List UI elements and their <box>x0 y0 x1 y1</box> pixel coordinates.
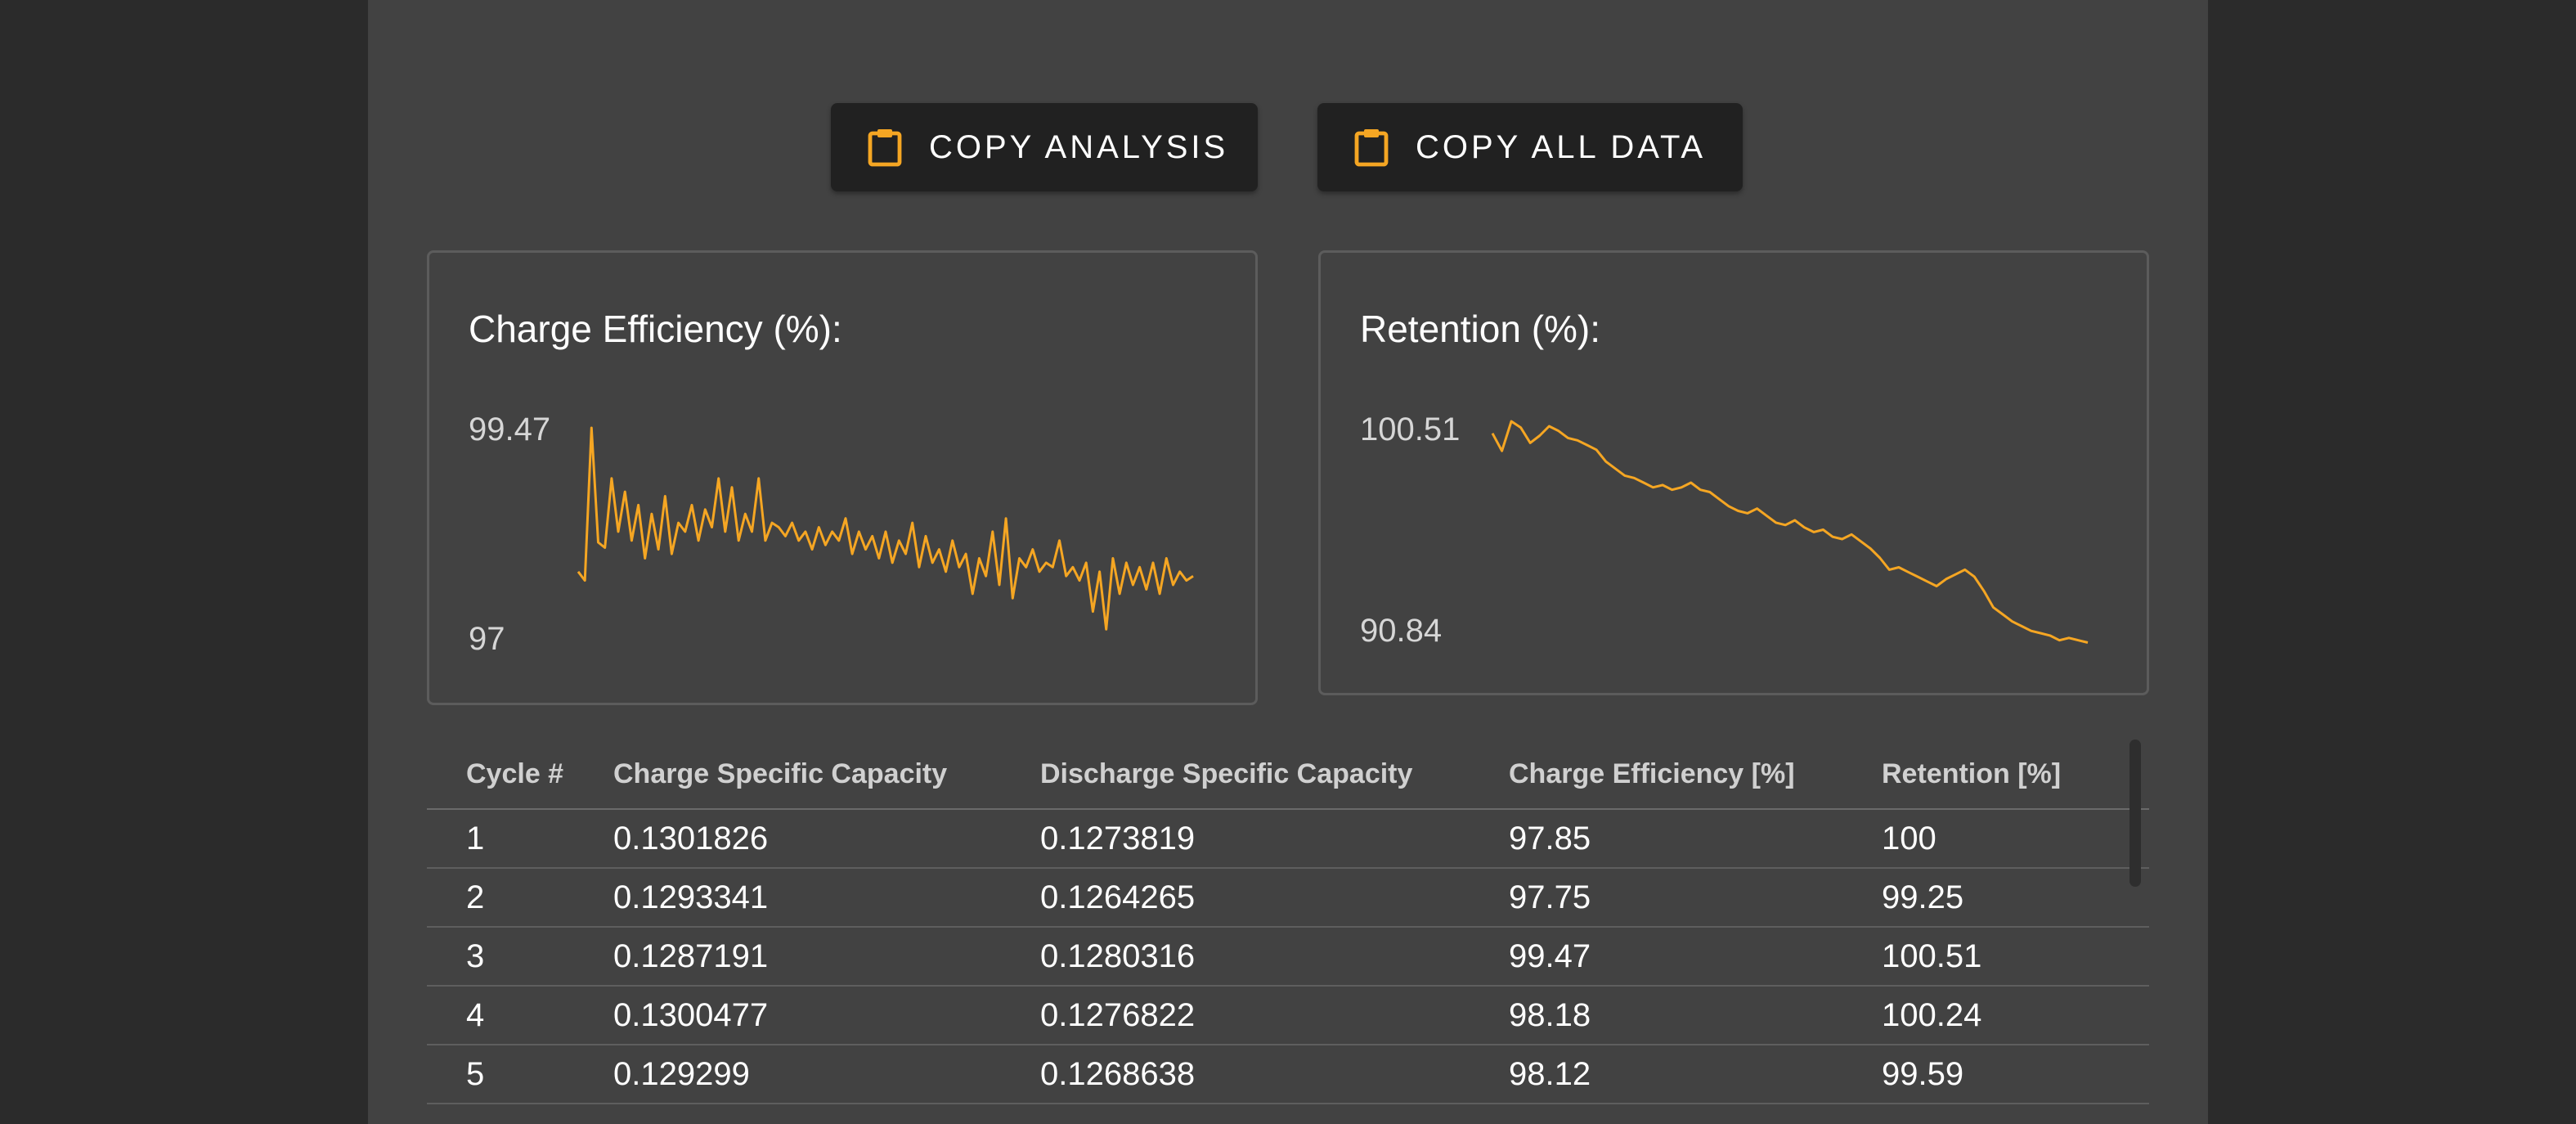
cell-charge-capacity: 0.1301826 <box>613 809 1040 869</box>
cell-charge-efficiency: 97.85 <box>1509 809 1882 869</box>
column-header-charge-capacity[interactable]: Charge Specific Capacity <box>613 740 1040 810</box>
table-row: 3 0.1287191 0.1280316 99.47 100.51 <box>427 927 2149 987</box>
cell-charge-capacity: 0.129299 <box>613 1045 1040 1104</box>
copy-analysis-button[interactable]: COPY ANALYSIS <box>831 103 1258 191</box>
cell-charge-capacity: 0.1293341 <box>613 868 1040 928</box>
cell-retention: 99.25 <box>1882 868 2149 928</box>
series-line <box>577 426 1194 631</box>
table-row: 4 0.1300477 0.1276822 98.18 100.24 <box>427 986 2149 1045</box>
cell-charge-efficiency: 97.75 <box>1509 868 1882 928</box>
retention-title: Retention (%): <box>1360 308 1601 350</box>
cell-charge-capacity: 0.1287191 <box>613 927 1040 987</box>
charge-efficiency-max-label: 99.47 <box>469 411 551 447</box>
cell-cycle: 2 <box>427 868 613 928</box>
cycle-data-table: Cycle # Charge Specific Capacity Dischar… <box>427 740 2149 1124</box>
cell-charge-efficiency: 98.12 <box>1509 1045 1882 1104</box>
clipboard-icon <box>868 129 902 167</box>
charge-efficiency-sparkline <box>577 426 1194 631</box>
column-header-charge-efficiency[interactable]: Charge Efficiency [%] <box>1509 740 1882 810</box>
cell-cycle: 4 <box>427 986 613 1045</box>
cell-retention: 100.51 <box>1882 927 2149 987</box>
column-header-retention[interactable]: Retention [%] <box>1882 740 2149 810</box>
cell-charge-efficiency: 98.18 <box>1509 986 1882 1045</box>
cell-retention: 100 <box>1882 809 2149 869</box>
table-row: 2 0.1293341 0.1264265 97.75 99.25 <box>427 868 2149 928</box>
cell-discharge-capacity: 0.1268638 <box>1040 1045 1509 1104</box>
clipboard-icon <box>1354 129 1389 167</box>
cell-discharge-capacity: 0.1264265 <box>1040 868 1509 928</box>
cell-retention: 99.59 <box>1882 1045 2149 1104</box>
cell-cycle: 3 <box>427 927 613 987</box>
table-header-row: Cycle # Charge Specific Capacity Dischar… <box>427 740 2149 810</box>
retention-min-label: 90.84 <box>1360 613 1443 649</box>
charge-efficiency-card: Charge Efficiency (%): 99.47 97 <box>427 250 1258 705</box>
cell-discharge-capacity: 0.1273819 <box>1040 809 1509 869</box>
cell-discharge-capacity: 0.1276822 <box>1040 986 1509 1045</box>
retention-max-label: 100.51 <box>1360 411 1461 447</box>
copy-all-data-label: COPY ALL DATA <box>1416 128 1707 165</box>
copy-analysis-label: COPY ANALYSIS <box>929 128 1229 165</box>
cell-charge-efficiency: 99.47 <box>1509 927 1882 987</box>
table-row: 5 0.129299 0.1268638 98.12 99.59 <box>427 1045 2149 1104</box>
table-row: 1 0.1301826 0.1273819 97.85 100 <box>427 809 2149 869</box>
cell-charge-capacity: 0.1300477 <box>613 986 1040 1045</box>
series-line <box>1491 420 2089 644</box>
table-scrollbar[interactable] <box>2129 740 2141 887</box>
cell-cycle: 1 <box>427 809 613 869</box>
cell-retention: 100.24 <box>1882 986 2149 1045</box>
charge-efficiency-title: Charge Efficiency (%): <box>469 308 842 350</box>
cell-cycle: 5 <box>427 1045 613 1104</box>
cell-discharge-capacity: 0.1280316 <box>1040 927 1509 987</box>
retention-card: Retention (%): 100.51 90.84 <box>1318 250 2149 695</box>
charge-efficiency-min-label: 97 <box>469 621 505 657</box>
retention-sparkline <box>1491 420 2089 644</box>
data-table: Cycle # Charge Specific Capacity Dischar… <box>427 740 2149 1104</box>
column-header-cycle[interactable]: Cycle # <box>427 740 613 810</box>
column-header-discharge-capacity[interactable]: Discharge Specific Capacity <box>1040 740 1509 810</box>
copy-all-data-button[interactable]: COPY ALL DATA <box>1317 103 1743 191</box>
